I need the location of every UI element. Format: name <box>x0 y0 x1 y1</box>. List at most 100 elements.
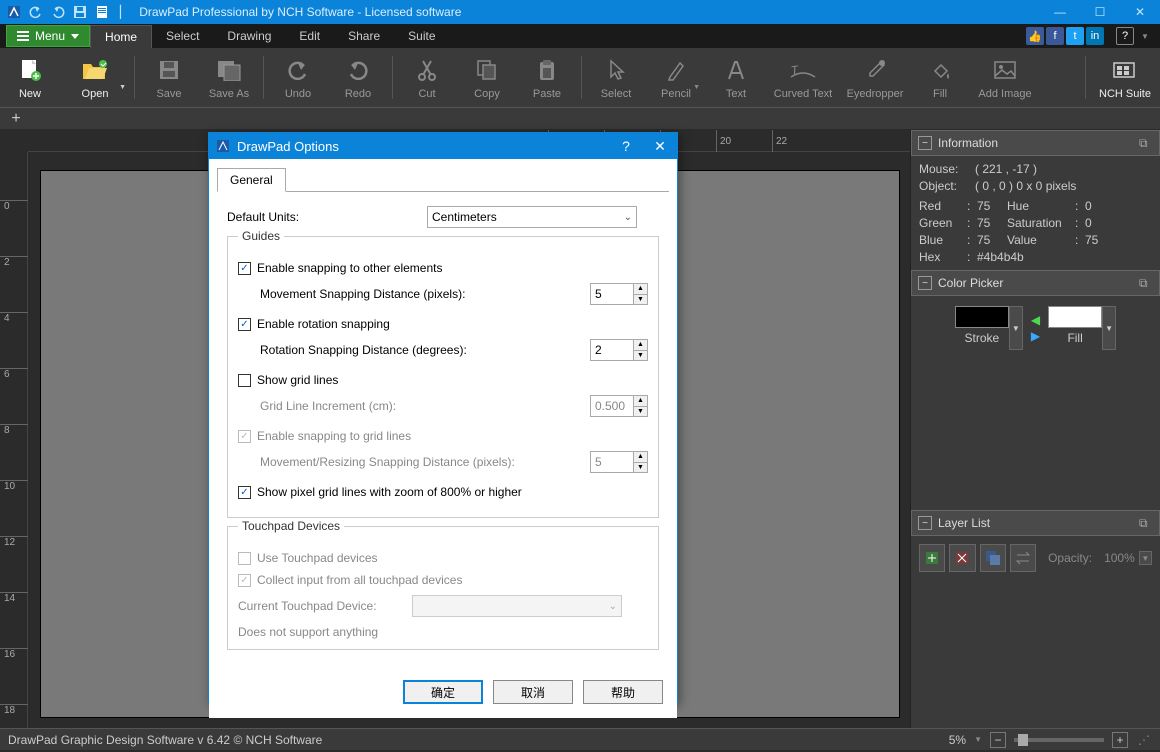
collapse-icon[interactable]: − <box>918 136 932 150</box>
info-panel-header[interactable]: − Information ⧉ <box>911 130 1160 156</box>
zoom-out-button[interactable]: − <box>990 732 1006 748</box>
tab-suite[interactable]: Suite <box>394 25 449 47</box>
enable-grid-snap-checkbox: ✓ <box>238 430 251 443</box>
cancel-button[interactable]: 取消 <box>493 680 573 704</box>
zoom-slider[interactable] <box>1014 738 1104 742</box>
tool-copy[interactable]: Copy <box>457 48 517 107</box>
enable-snapping-checkbox[interactable]: ✓ <box>238 262 251 275</box>
new-doc-icon[interactable] <box>94 4 110 20</box>
duplicate-layer-button[interactable] <box>980 544 1006 572</box>
touchpad-fieldset: Touchpad Devices Use Touchpad devices ✓ … <box>227 526 659 650</box>
merge-layer-button[interactable] <box>1010 544 1036 572</box>
tool-eyedropper[interactable]: Eyedropper <box>840 48 910 107</box>
window-title: DrawPad Professional by NCH Software - L… <box>133 5 1040 19</box>
popout-icon[interactable]: ⧉ <box>1139 516 1153 530</box>
collapse-icon[interactable]: − <box>918 276 932 290</box>
dialog-icon <box>215 138 231 154</box>
maximize-button[interactable]: ☐ <box>1080 0 1120 24</box>
tool-redo[interactable]: Redo <box>328 48 388 107</box>
help-button[interactable]: 帮助 <box>583 680 663 704</box>
movement-snap-spinner[interactable]: ▲▼ <box>590 283 648 305</box>
default-units-label: Default Units: <box>227 210 427 224</box>
tool-fill[interactable]: Fill <box>910 48 970 107</box>
default-units-select[interactable]: Centimeters⌄ <box>427 206 637 228</box>
color-picker-body: Stroke ▼ ◀▶ Fill ▼ <box>911 296 1160 360</box>
ribbon-toolbar: New Open ▼ Save Save As Undo Redo Cut Co… <box>0 48 1160 108</box>
zoom-dropdown-icon[interactable]: ▼ <box>974 735 982 744</box>
tool-save-as[interactable]: Save As <box>199 48 259 107</box>
tool-undo[interactable]: Undo <box>268 48 328 107</box>
help-dropdown-icon[interactable]: ▼ <box>1136 27 1154 45</box>
tab-share[interactable]: Share <box>334 25 394 47</box>
popout-icon[interactable]: ⧉ <box>1139 136 1153 150</box>
fill-dropdown[interactable]: ▼ <box>1102 306 1116 350</box>
dropdown-icon <box>71 34 79 39</box>
stroke-swatch[interactable]: Stroke <box>955 306 1009 350</box>
minimize-button[interactable]: — <box>1040 0 1080 24</box>
fill-swatch[interactable]: Fill <box>1048 306 1102 350</box>
tab-home[interactable]: Home <box>90 25 152 48</box>
quick-access-icons <box>0 4 116 20</box>
hamburger-icon <box>17 31 29 41</box>
stroke-dropdown[interactable]: ▼ <box>1009 306 1023 350</box>
tool-curved-text[interactable]: TCurved Text <box>766 48 840 107</box>
swap-colors-button[interactable]: ◀▶ <box>1031 313 1040 343</box>
tab-edit[interactable]: Edit <box>285 25 334 47</box>
tool-paste[interactable]: Paste <box>517 48 577 107</box>
add-layer-button[interactable] <box>919 544 945 572</box>
tool-pencil[interactable]: Pencil▼ <box>646 48 706 107</box>
status-text: DrawPad Graphic Design Software v 6.42 ©… <box>8 733 949 747</box>
undo-icon[interactable] <box>28 4 44 20</box>
tool-add-image[interactable]: Add Image <box>970 48 1040 107</box>
tool-select[interactable]: Select <box>586 48 646 107</box>
tool-text[interactable]: Text <box>706 48 766 107</box>
show-grid-checkbox[interactable] <box>238 374 251 387</box>
enable-rotation-checkbox[interactable]: ✓ <box>238 318 251 331</box>
menu-strip: Menu Home Select Drawing Edit Share Suit… <box>0 24 1160 48</box>
layer-list-body: Opacity: 100% ▼ <box>911 536 1160 580</box>
dialog-close-button[interactable]: ✕ <box>643 133 677 159</box>
dialog-title-bar[interactable]: DrawPad Options ? ✕ <box>209 133 677 159</box>
tab-select[interactable]: Select <box>152 25 213 47</box>
layer-list-header[interactable]: − Layer List ⧉ <box>911 510 1160 536</box>
tool-cut[interactable]: Cut <box>397 48 457 107</box>
collapse-icon[interactable]: − <box>918 516 932 530</box>
tab-drawing[interactable]: Drawing <box>213 25 285 47</box>
help-icon[interactable]: ? <box>1116 27 1134 45</box>
ok-button[interactable]: 确定 <box>403 680 483 704</box>
guides-fieldset: Guides ✓ Enable snapping to other elemen… <box>227 236 659 518</box>
tool-save[interactable]: Save <box>139 48 199 107</box>
linkedin-icon[interactable]: in <box>1086 27 1104 45</box>
use-touchpad-checkbox <box>238 552 251 565</box>
zoom-value: 5% <box>949 733 966 747</box>
zoom-in-button[interactable]: + <box>1112 732 1128 748</box>
twitter-icon[interactable]: t <box>1066 27 1084 45</box>
tool-nch-suite[interactable]: NCH Suite <box>1090 48 1160 107</box>
popout-icon[interactable]: ⧉ <box>1139 276 1153 290</box>
status-bar: DrawPad Graphic Design Software v 6.42 ©… <box>0 728 1160 750</box>
title-separator: ▏ <box>116 5 133 19</box>
dialog-tab-general[interactable]: General <box>217 168 286 192</box>
opacity-dropdown[interactable]: ▼ <box>1139 551 1152 565</box>
delete-layer-button[interactable] <box>949 544 975 572</box>
title-bar: ▏ DrawPad Professional by NCH Software -… <box>0 0 1160 24</box>
add-tab-button[interactable]: + <box>4 110 28 128</box>
redo-icon[interactable] <box>50 4 66 20</box>
color-picker-header[interactable]: − Color Picker ⧉ <box>911 270 1160 296</box>
rotation-snap-spinner[interactable]: ▲▼ <box>590 339 648 361</box>
facebook-icon[interactable]: f <box>1046 27 1064 45</box>
info-panel-body: Mouse:( 221 , -17 ) Object:( 0 , 0 ) 0 x… <box>911 156 1160 270</box>
opacity-label: Opacity: <box>1048 551 1092 565</box>
side-panels: − Information ⧉ Mouse:( 221 , -17 ) Obje… <box>910 130 1160 728</box>
resize-grip-icon: ⋰ <box>1136 733 1152 747</box>
show-pixel-grid-checkbox[interactable]: ✓ <box>238 486 251 499</box>
collect-touchpad-checkbox: ✓ <box>238 574 251 587</box>
tool-open[interactable]: Open ▼ <box>60 48 130 107</box>
main-menu-button[interactable]: Menu <box>6 25 90 47</box>
app-icon <box>6 4 22 20</box>
like-icon[interactable]: 👍 <box>1026 27 1044 45</box>
tool-new[interactable]: New <box>0 48 60 107</box>
dialog-help-button[interactable]: ? <box>609 133 643 159</box>
close-button[interactable]: ✕ <box>1120 0 1160 24</box>
save-icon[interactable] <box>72 4 88 20</box>
